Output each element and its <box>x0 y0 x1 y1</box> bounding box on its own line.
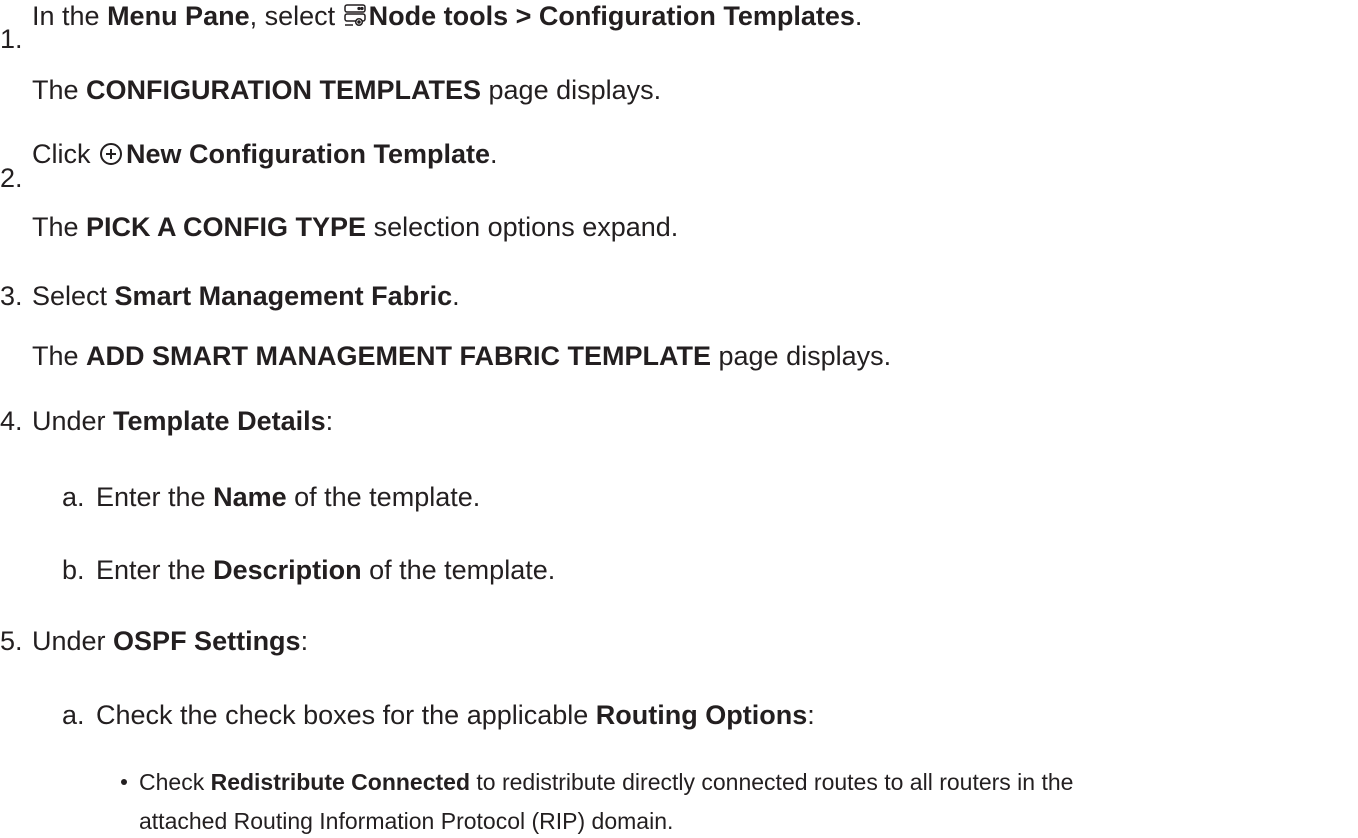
node-tools-icon <box>343 3 366 35</box>
step-number: 2. <box>0 163 23 193</box>
step-instruction: Select Smart Management Fabric. <box>32 281 460 311</box>
bullet-text-continued: attached Routing Information Protocol (R… <box>139 808 674 834</box>
bullet-text: Check Redistribute Connected to redistri… <box>139 769 1074 795</box>
step-instruction: Click New Configuration Template. <box>32 138 498 173</box>
step-result: The PICK A CONFIG TYPE selection options… <box>32 212 679 242</box>
substep-text: Enter the Description of the template. <box>96 555 556 585</box>
step-result: The CONFIGURATION TEMPLATES page display… <box>32 75 662 105</box>
plus-circle-icon <box>99 141 123 173</box>
substep-text: Enter the Name of the template. <box>96 482 481 512</box>
step-result: The ADD SMART MANAGEMENT FABRIC TEMPLATE… <box>32 341 892 371</box>
step-number: 4. <box>0 406 23 436</box>
step-instruction: Under Template Details: <box>32 406 334 436</box>
substep-letter: a. <box>62 482 85 512</box>
step-number: 3. <box>0 281 23 311</box>
step-instruction: In the Menu Pane, select Node tools > Co… <box>32 0 862 35</box>
step-number: 5. <box>0 626 23 656</box>
bullet-dot <box>121 779 127 785</box>
substep-letter: b. <box>62 555 85 585</box>
substep-text: Check the check boxes for the applicable… <box>96 700 815 730</box>
step-number: 1. <box>0 24 23 54</box>
step-instruction: Under OSPF Settings: <box>32 626 309 656</box>
substep-letter: a. <box>62 700 85 730</box>
